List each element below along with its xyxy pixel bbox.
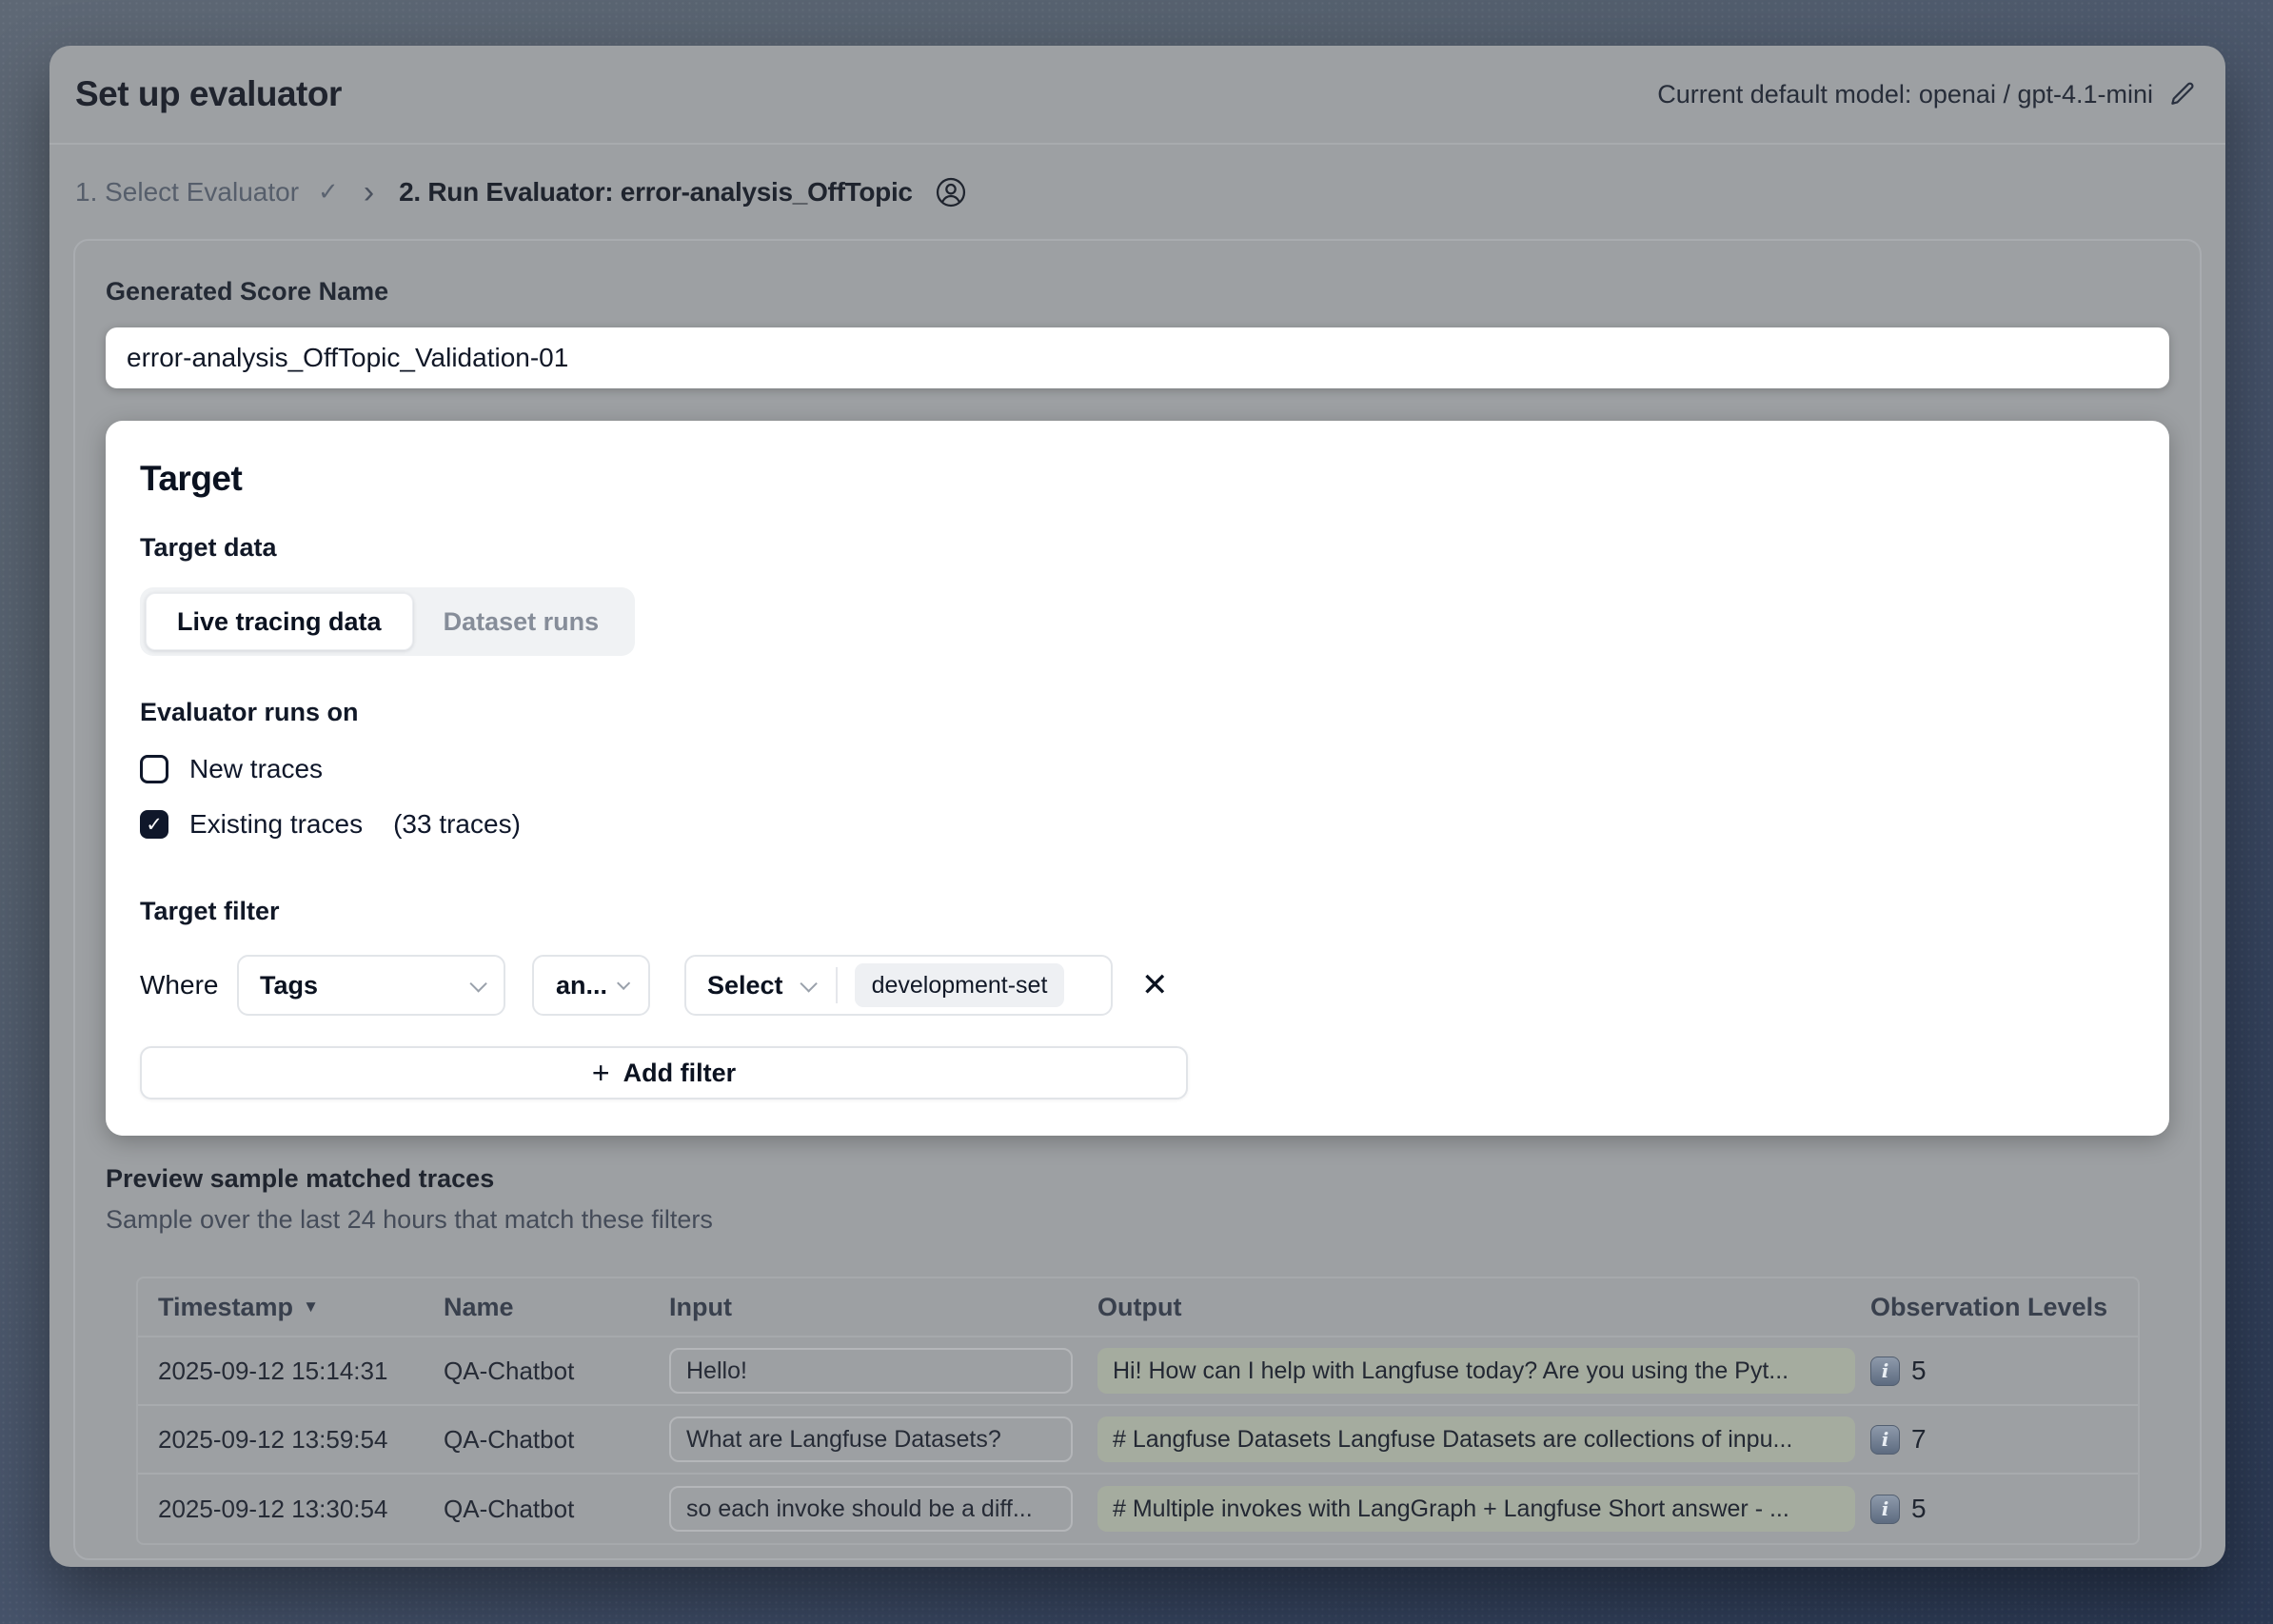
app-background: { "header": { "title": "Set up evaluator… [0, 0, 2273, 1624]
checkmark-icon: ✓ [146, 813, 163, 837]
cell-name: QA-Chatbot [444, 1357, 669, 1386]
target-filter-label: Target filter [140, 897, 2135, 926]
target-card-title: Target [140, 459, 2135, 499]
filter-value-placeholder: Select [707, 971, 783, 1000]
chevron-down-icon [617, 977, 630, 990]
filter-column-value: Tags [260, 971, 318, 1000]
target-data-tabs: Live tracing data Dataset runs [140, 587, 635, 656]
modal-header: Set up evaluator Current default model: … [49, 46, 2225, 145]
filter-operator-value: an... [556, 971, 607, 1000]
setup-evaluator-modal: Set up evaluator Current default model: … [49, 46, 2225, 1567]
remove-filter-icon[interactable]: ✕ [1141, 969, 1169, 1001]
chevron-down-icon [469, 975, 486, 992]
breadcrumb-step-run-evaluator: 2. Run Evaluator: error-analysis_OffTopi… [399, 177, 913, 208]
preview-title: Preview sample matched traces [106, 1164, 2169, 1194]
column-header-timestamp[interactable]: Timestamp ▼ [158, 1293, 444, 1322]
new-traces-checkbox[interactable] [140, 755, 168, 783]
new-traces-option: New traces [140, 748, 2135, 790]
chevron-down-icon [800, 975, 817, 992]
existing-traces-label: Existing traces [189, 809, 363, 840]
cell-name: QA-Chatbot [444, 1425, 669, 1455]
info-badge-icon: i [1870, 1495, 1900, 1524]
cell-output: # Langfuse Datasets Langfuse Datasets ar… [1097, 1416, 1855, 1462]
cell-output: Hi! How can I help with Langfuse today? … [1097, 1348, 1855, 1394]
existing-traces-option: ✓ Existing traces (33 traces) [140, 803, 2135, 845]
run-evaluator-form-section: Generated Score Name error-analysis_OffT… [73, 239, 2202, 1560]
cell-name: QA-Chatbot [444, 1495, 669, 1524]
info-badge-icon: i [1870, 1425, 1900, 1455]
table-row: 2025-09-12 13:59:54 QA-Chatbot What are … [138, 1406, 2138, 1475]
generated-score-name-value: error-analysis_OffTopic_Validation-01 [127, 343, 568, 373]
breadcrumb: 1. Select Evaluator ✓ › 2. Run Evaluator… [49, 145, 2225, 239]
cell-input: so each invoke should be a diff... [669, 1486, 1073, 1532]
filter-value-select[interactable]: Select development-set [684, 955, 1113, 1016]
where-label: Where [140, 970, 224, 1000]
existing-traces-checkbox[interactable]: ✓ [140, 810, 168, 839]
divider [836, 967, 838, 1003]
add-filter-button[interactable]: + Add filter [140, 1046, 1188, 1099]
cell-observation-levels: i 5 [1870, 1494, 2138, 1524]
cell-timestamp: 2025-09-12 13:30:54 [158, 1495, 444, 1524]
existing-traces-count: (33 traces) [393, 809, 521, 840]
chevron-right-icon: › [364, 176, 374, 208]
target-card: Target Target data Live tracing data Dat… [106, 421, 2169, 1136]
column-header-name: Name [444, 1293, 669, 1322]
info-badge-icon: i [1870, 1357, 1900, 1386]
user-circle-icon [930, 175, 968, 209]
table-row: 2025-09-12 15:14:31 QA-Chatbot Hello! Hi… [138, 1337, 2138, 1406]
generated-score-name-label: Generated Score Name [106, 277, 2169, 307]
cell-output: # Multiple invokes with LangGraph + Lang… [1097, 1486, 1855, 1532]
filter-operator-select[interactable]: an... [532, 955, 650, 1016]
target-data-label: Target data [140, 533, 2135, 563]
column-header-input: Input [669, 1293, 1097, 1322]
column-header-output: Output [1097, 1293, 1870, 1322]
generated-score-name-input[interactable]: error-analysis_OffTopic_Validation-01 [106, 327, 2169, 388]
table-header-row: Timestamp ▼ Name Input Output Observatio… [138, 1278, 2138, 1337]
default-model-label: Current default model: openai / gpt-4.1-… [1657, 80, 2153, 109]
cell-observation-levels: i 5 [1870, 1356, 2138, 1386]
default-model-info: Current default model: openai / gpt-4.1-… [1657, 80, 2197, 109]
plus-icon: + [592, 1058, 610, 1088]
step-complete-check-icon: ✓ [318, 177, 339, 207]
edit-model-icon[interactable] [2168, 80, 2197, 109]
table-row: 2025-09-12 13:30:54 QA-Chatbot so each i… [138, 1475, 2138, 1543]
tab-dataset-runs[interactable]: Dataset runs [413, 593, 630, 650]
preview-traces-table: Timestamp ▼ Name Input Output Observatio… [136, 1277, 2140, 1545]
filter-column-select[interactable]: Tags [237, 955, 505, 1016]
column-header-observation-levels: Observation Levels [1870, 1293, 2138, 1322]
cell-input: What are Langfuse Datasets? [669, 1416, 1073, 1462]
cell-observation-levels: i 7 [1870, 1424, 2138, 1455]
filter-value-chip[interactable]: development-set [855, 963, 1065, 1007]
filter-row: Where Tags an... Select development-set … [140, 955, 2135, 1016]
preview-subtitle: Sample over the last 24 hours that match… [106, 1205, 2169, 1235]
sort-desc-icon: ▼ [303, 1297, 319, 1317]
cell-timestamp: 2025-09-12 13:59:54 [158, 1425, 444, 1455]
page-title: Set up evaluator [75, 74, 342, 114]
breadcrumb-step-select-evaluator[interactable]: 1. Select Evaluator [75, 177, 299, 208]
cell-timestamp: 2025-09-12 15:14:31 [158, 1357, 444, 1386]
new-traces-label: New traces [189, 754, 323, 784]
tab-live-tracing-data[interactable]: Live tracing data [146, 593, 413, 650]
add-filter-label: Add filter [623, 1059, 737, 1088]
evaluator-runs-on-label: Evaluator runs on [140, 698, 2135, 727]
cell-input: Hello! [669, 1348, 1073, 1394]
